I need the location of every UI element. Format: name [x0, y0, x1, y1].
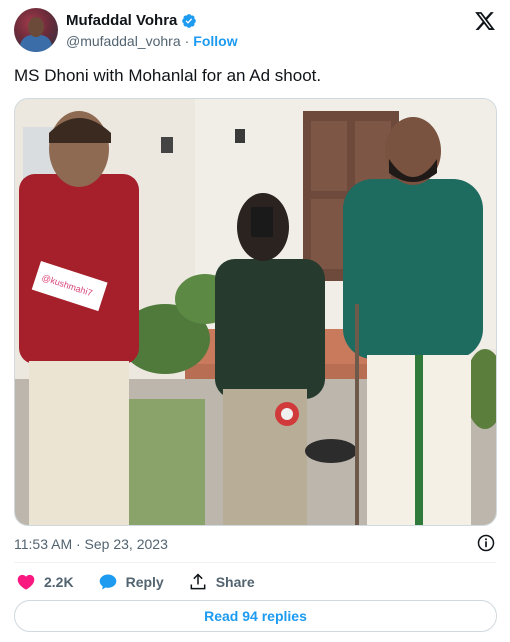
tweet-card: Mufaddal Vohra @mufaddal_vohra · Follow … [0, 0, 510, 642]
reply-label: Reply [125, 574, 164, 590]
divider [14, 562, 496, 563]
separator: · [184, 33, 190, 49]
tweet-text: MS Dhoni with Mohanlal for an Ad shoot. [14, 66, 322, 85]
action-bar: 2.2K Reply Share [16, 572, 279, 592]
share-button[interactable]: Share [188, 572, 255, 592]
read-replies-button[interactable]: Read 94 replies [14, 600, 497, 632]
reply-bubble-icon [99, 574, 116, 590]
likes-count: 2.2K [44, 574, 74, 590]
tweet-photo[interactable]: @kushmahi7 [14, 98, 497, 526]
like-button[interactable]: 2.2K [16, 572, 74, 592]
verified-badge-icon [182, 13, 197, 28]
x-logo-icon[interactable] [474, 10, 496, 32]
heart-icon [17, 574, 35, 590]
share-icon [190, 573, 206, 590]
follow-button[interactable]: Follow [193, 33, 237, 49]
handle-row: @mufaddal_vohra · Follow [66, 33, 238, 49]
info-icon[interactable] [476, 533, 496, 553]
author-name[interactable]: Mufaddal Vohra [66, 12, 177, 29]
tweet-timestamp[interactable]: 11:53 AM · Sep 23, 2023 [14, 536, 168, 552]
reply-button[interactable]: Reply [98, 572, 164, 592]
author-name-row: Mufaddal Vohra [66, 12, 197, 29]
avatar[interactable] [14, 8, 58, 52]
photo-illustration: @kushmahi7 [15, 99, 496, 525]
share-label: Share [215, 574, 255, 590]
author-handle[interactable]: @mufaddal_vohra [66, 33, 181, 49]
